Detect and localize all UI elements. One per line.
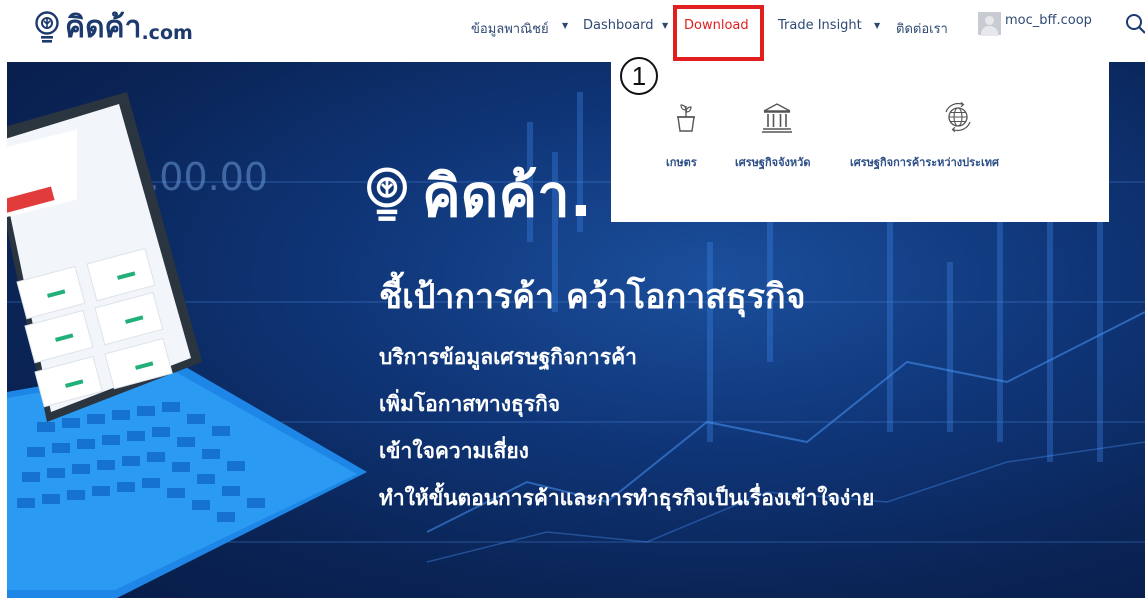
dropdown-item-agriculture[interactable]: เกษตร	[666, 153, 697, 171]
nav-item-dashboard[interactable]: Dashboard	[583, 18, 654, 33]
hero-tagline-4: ทำให้ขั้นตอนการค้าและการทำธุรกิจเป็นเรื่…	[379, 486, 875, 510]
site-header: คิดค้า .com ข้อมูลพาณิชย์ ▼ Dashboard ▼ …	[0, 0, 1145, 62]
hero-logo-wordmark: คิดค้า.	[422, 162, 592, 230]
hero-tagline-1: บริการข้อมูลเศรษฐกิจการค้า	[379, 345, 637, 369]
chevron-down-icon[interactable]: ▼	[562, 21, 568, 30]
hero-tagline-3: เข้าใจความเสี่ยง	[379, 439, 529, 463]
logo-wordmark: คิดค้า	[65, 10, 142, 45]
chevron-down-icon[interactable]: ▼	[874, 21, 880, 30]
download-highlight-box	[673, 5, 764, 61]
user-name[interactable]: moc_bff.coop	[1005, 13, 1092, 28]
government-building-icon[interactable]	[760, 100, 794, 134]
globe-exchange-icon[interactable]	[941, 100, 975, 134]
site-logo[interactable]: คิดค้า .com	[33, 6, 193, 50]
nav-item-contact[interactable]: ติดต่อเรา	[896, 18, 948, 39]
hero-headline: ชี้เป้าการค้า คว้าโอกาสธุรกิจ	[379, 277, 806, 317]
dropdown-item-international-trade[interactable]: เศรษฐกิจการค้าระหว่างประเทศ	[850, 153, 999, 171]
lightbulb-logo-icon	[367, 167, 407, 221]
lightbulb-logo-icon	[35, 11, 59, 43]
search-icon[interactable]	[1124, 12, 1145, 36]
dropdown-item-provincial-economy[interactable]: เศรษฐกิจจังหวัด	[735, 153, 810, 171]
nav-item-trade-insight[interactable]: Trade Insight	[778, 18, 862, 33]
avatar-body	[981, 26, 998, 36]
step-badge: 1	[620, 57, 658, 95]
hero-tagline-2: เพิ่มโอกาสทางธุรกิจ	[379, 392, 561, 416]
hero-logo: คิดค้า.	[362, 167, 592, 225]
chevron-down-icon[interactable]: ▼	[662, 21, 668, 30]
logo-domain-suffix: .com	[141, 22, 193, 44]
tablet-illustration	[7, 92, 202, 422]
download-dropdown-menu	[611, 61, 1109, 222]
nav-item-commerce-data[interactable]: ข้อมูลพาณิชย์	[471, 18, 549, 39]
avatar[interactable]	[978, 12, 1001, 36]
avatar-head	[985, 16, 994, 25]
plant-pot-icon[interactable]	[669, 100, 703, 134]
